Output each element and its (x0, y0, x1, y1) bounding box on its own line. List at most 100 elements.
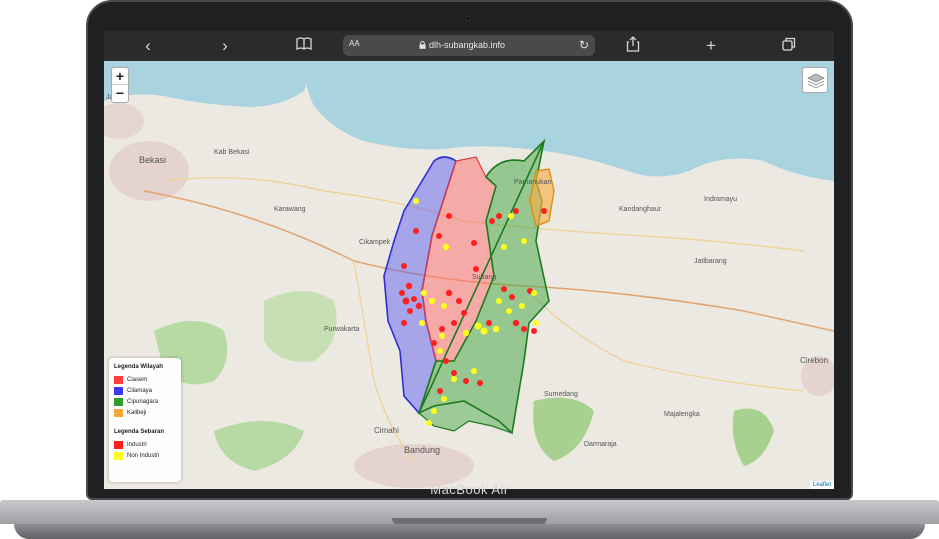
legend-item: Cipunagara (114, 396, 176, 407)
legend-item: Non Industri (114, 450, 176, 461)
point-industri[interactable] (463, 378, 469, 384)
point-non-industri[interactable] (428, 297, 436, 305)
legend-item: Industri (114, 439, 176, 450)
point-industri[interactable] (486, 320, 492, 326)
point-non-industri[interactable] (413, 198, 419, 204)
point-industri[interactable] (512, 319, 520, 327)
point-industri[interactable] (531, 328, 537, 334)
text-size-button[interactable]: AA (349, 39, 360, 48)
place-label: Purwakarta (324, 326, 360, 333)
point-non-industri[interactable] (451, 376, 457, 382)
legend-swatch (114, 375, 123, 384)
address-bar[interactable]: AA dlh-subangkab.info ↻ (343, 35, 595, 56)
point-industri[interactable] (446, 213, 452, 219)
point-industri[interactable] (439, 326, 445, 332)
point-non-industri[interactable] (431, 408, 437, 414)
point-industri[interactable] (513, 208, 519, 214)
place-label: Bekasi (139, 155, 166, 165)
browser-toolbar: ‹ › AA dlh-subangkab.info ↻ + (104, 31, 834, 61)
place-label: Jatibarang (694, 258, 727, 265)
point-non-industri[interactable] (462, 329, 470, 337)
point-industri[interactable] (437, 388, 443, 394)
forward-icon[interactable]: › (214, 36, 236, 56)
layers-button[interactable] (802, 67, 828, 93)
place-label: Majalengka (664, 411, 700, 418)
point-non-industri[interactable] (421, 290, 427, 296)
point-non-industri[interactable] (496, 298, 502, 304)
point-industri[interactable] (445, 289, 453, 297)
point-non-industri[interactable] (437, 348, 443, 354)
legend-swatch (114, 408, 123, 417)
point-industri[interactable] (501, 286, 507, 292)
new-tab-icon[interactable]: + (700, 36, 722, 56)
legend-label: Non Industri (127, 452, 160, 459)
point-non-industri[interactable] (492, 325, 500, 333)
map-view[interactable]: Bekasi Kab Bekasi Cikampek Purwakarta Su… (104, 61, 834, 489)
point-industri[interactable] (401, 320, 407, 326)
point-industri[interactable] (431, 340, 437, 346)
bookmarks-icon[interactable] (293, 36, 315, 56)
point-non-industri[interactable] (442, 243, 450, 251)
legend-label: Kalibeji (127, 409, 147, 416)
zoom-out-button[interactable]: − (112, 85, 128, 102)
point-non-industri[interactable] (439, 333, 445, 339)
legend-label: Cilamaya (127, 387, 153, 394)
point-industri[interactable] (509, 294, 515, 300)
point-non-industri[interactable] (441, 396, 447, 402)
point-industri[interactable] (451, 320, 457, 326)
map-canvas[interactable]: Bekasi Kab Bekasi Cikampek Purwakarta Su… (104, 61, 834, 489)
point-non-industri[interactable] (480, 327, 488, 335)
point-industri[interactable] (405, 282, 413, 290)
model-label: MacBook Air (430, 482, 509, 497)
laptop-mockup: ‹ › AA dlh-subangkab.info ↻ + Bekasi Kab… (0, 0, 939, 539)
point-non-industri[interactable] (441, 303, 447, 309)
camera (465, 16, 470, 21)
point-industri[interactable] (436, 233, 442, 239)
point-industri[interactable] (521, 326, 527, 332)
point-industri[interactable] (489, 218, 495, 224)
place-label: Sumedang (544, 391, 578, 398)
legend-item: Ciasem (114, 374, 176, 385)
point-non-industri[interactable] (521, 238, 527, 244)
place-label: Cirebon (800, 356, 828, 365)
point-non-industri[interactable] (474, 322, 482, 330)
point-non-industri[interactable] (501, 244, 507, 250)
legend-label: Industri (127, 441, 147, 448)
legend-sebaran-title: Legenda Sebaran (114, 429, 165, 435)
point-industri[interactable] (461, 310, 467, 316)
point-industri[interactable] (407, 308, 413, 314)
point-non-industri[interactable] (508, 213, 514, 219)
back-icon[interactable]: ‹ (137, 36, 159, 56)
point-industri[interactable] (402, 297, 410, 305)
point-industri[interactable] (413, 228, 419, 234)
point-non-industri[interactable] (533, 320, 539, 326)
point-industri[interactable] (411, 296, 417, 302)
point-industri[interactable] (477, 380, 483, 386)
point-industri[interactable] (415, 302, 423, 310)
point-industri[interactable] (443, 358, 449, 364)
screen: ‹ › AA dlh-subangkab.info ↻ + Bekasi Kab… (104, 31, 834, 489)
point-non-industri[interactable] (471, 368, 477, 374)
point-industri[interactable] (496, 213, 502, 219)
tabs-icon[interactable] (778, 36, 800, 56)
place-label: Pamanukan (514, 179, 551, 186)
map-legend: Legenda Wilayah Ciasem Cilamaya Cipunaga… (109, 358, 181, 482)
point-industri[interactable] (456, 298, 462, 304)
point-non-industri[interactable] (519, 303, 525, 309)
point-non-industri[interactable] (531, 290, 537, 296)
zoom-in-button[interactable]: + (112, 68, 128, 85)
point-industri[interactable] (401, 263, 407, 269)
point-industri[interactable] (471, 240, 477, 246)
point-non-industri[interactable] (419, 320, 425, 326)
share-icon[interactable] (622, 36, 644, 56)
reload-icon[interactable]: ↻ (579, 38, 589, 52)
point-industri[interactable] (473, 266, 479, 272)
point-industri[interactable] (451, 370, 457, 376)
point-non-industri[interactable] (506, 308, 512, 314)
point-industri[interactable] (541, 208, 547, 214)
point-non-industri[interactable] (426, 420, 432, 426)
point-industri[interactable] (399, 290, 405, 296)
legend-item: Cilamaya (114, 385, 176, 396)
legend-swatch (114, 440, 123, 449)
place-label: Subang (472, 274, 496, 281)
